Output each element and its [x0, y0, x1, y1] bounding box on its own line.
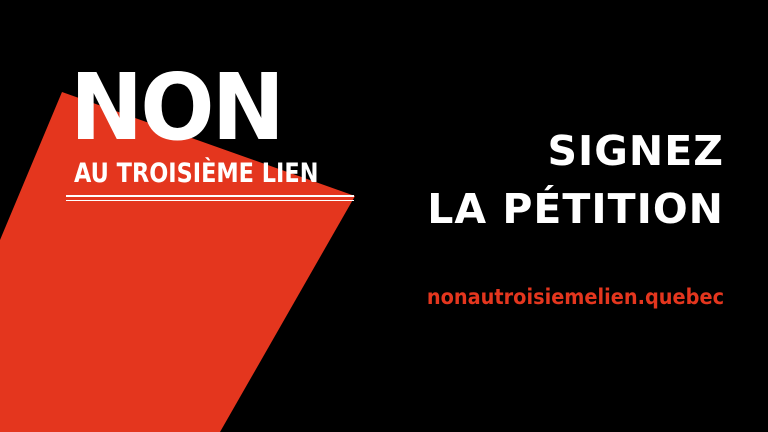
- logo-rule-1: [66, 195, 354, 197]
- call-to-action: SIGNEZ LA PÉTITION: [427, 122, 724, 238]
- logo-headline: NON: [70, 54, 285, 161]
- cta-line-1: SIGNEZ: [547, 127, 724, 175]
- cta-line-2: LA PÉTITION: [427, 185, 724, 233]
- website-link[interactable]: nonautroisiemelien.quebec: [427, 283, 724, 311]
- logo-underline-rules: [66, 195, 354, 204]
- logo-subline: AU TROISIÈME LIEN: [74, 158, 319, 189]
- banner-canvas: NON AU TROISIÈME LIEN SIGNEZ LA PÉTITION…: [0, 0, 768, 432]
- logo-rule-2: [66, 199, 354, 201]
